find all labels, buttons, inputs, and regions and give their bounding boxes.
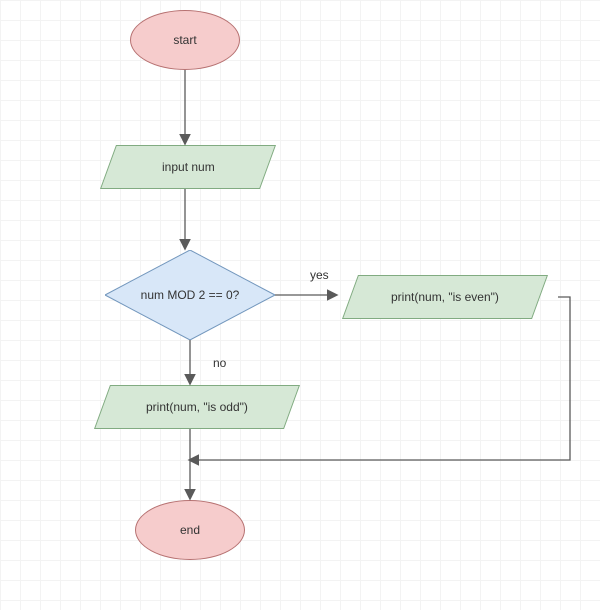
odd-label: print(num, "is odd") xyxy=(146,400,248,414)
decision-label-wrap: num MOD 2 == 0? xyxy=(105,250,275,340)
even-label: print(num, "is even") xyxy=(391,290,499,304)
even-node: print(num, "is even") xyxy=(342,275,548,319)
input-label: input num xyxy=(162,160,215,174)
start-label: start xyxy=(173,33,196,47)
edge-yes-label: yes xyxy=(310,268,329,282)
flowchart-canvas: start input num num MOD 2 == 0? print(nu… xyxy=(0,0,600,610)
input-node: input num xyxy=(100,145,276,189)
end-label: end xyxy=(180,523,200,537)
end-node: end xyxy=(135,500,245,560)
start-node: start xyxy=(130,10,240,70)
odd-node: print(num, "is odd") xyxy=(94,385,300,429)
decision-label: num MOD 2 == 0? xyxy=(141,288,240,302)
edge-no-label: no xyxy=(213,356,226,370)
decision-node: num MOD 2 == 0? xyxy=(105,250,275,340)
